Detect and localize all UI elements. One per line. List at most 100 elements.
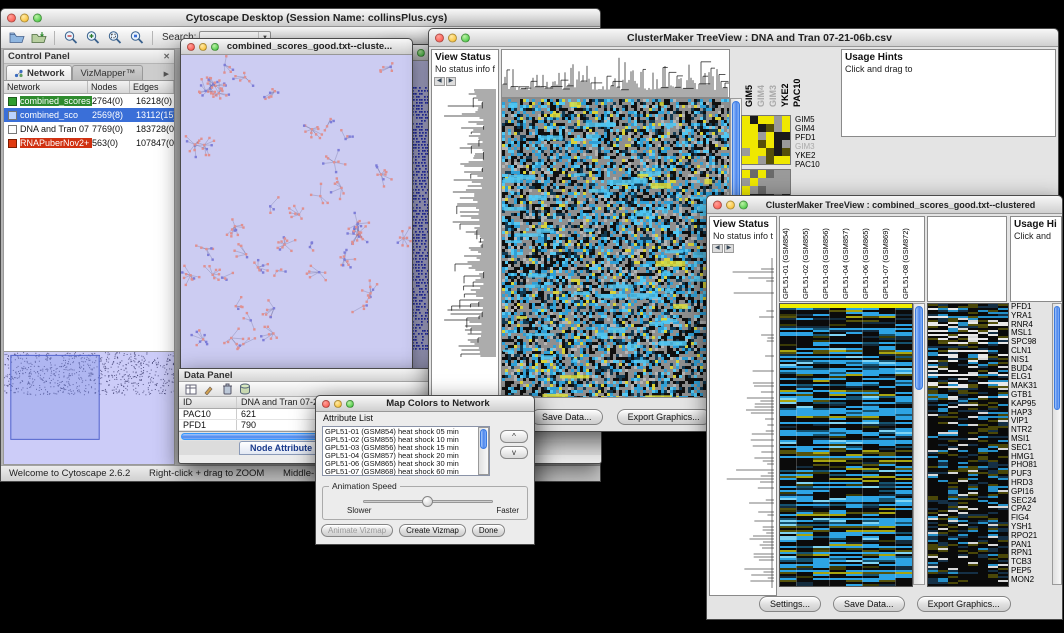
gene-label[interactable]: SEC1 <box>1011 444 1051 453</box>
column-dendrogram[interactable] <box>501 49 730 98</box>
column-label[interactable]: GPL51-06 (GSM865) <box>861 219 881 299</box>
gene-label[interactable]: GTB1 <box>1011 391 1051 400</box>
dialog-button[interactable]: Done <box>472 524 505 537</box>
minimize-button[interactable] <box>199 43 207 51</box>
gene-label[interactable]: KAP95 <box>1011 400 1051 409</box>
gene-label[interactable]: SEC24 <box>1011 497 1051 506</box>
gene-list-vscroll[interactable] <box>1052 303 1062 585</box>
gene-label[interactable]: HAP3 <box>1011 409 1051 418</box>
network-window-titlebar[interactable]: combined_scores_good.txt--cluste... <box>181 39 412 55</box>
col-network[interactable]: Network <box>4 81 88 93</box>
gene-label[interactable]: HRD3 <box>1011 479 1051 488</box>
zoom-in-icon[interactable] <box>83 29 102 46</box>
database-icon[interactable] <box>238 383 252 396</box>
minimize-button[interactable] <box>20 13 29 22</box>
column-label[interactable]: GPL51-01 (GSM854) <box>781 219 801 299</box>
close-button[interactable] <box>187 43 195 51</box>
import-network-icon[interactable] <box>29 29 48 46</box>
zoom-fit-icon[interactable] <box>105 29 124 46</box>
gene-label[interactable]: GIM3 <box>795 142 835 151</box>
dialog-button[interactable]: Create Vizmap <box>399 524 466 537</box>
zoom-window-button[interactable] <box>346 400 354 408</box>
gene-label[interactable]: MSL1 <box>1011 329 1051 338</box>
treeview-button[interactable]: Save Data... <box>531 409 603 425</box>
treeview-button[interactable]: Save Data... <box>833 596 905 612</box>
zoom-out-icon[interactable] <box>61 29 80 46</box>
minimize-button[interactable] <box>448 33 457 42</box>
column-label[interactable]: GPL51-08 (GSM872) <box>901 219 921 299</box>
gene-label[interactable]: BUD4 <box>1011 365 1051 374</box>
network-canvas[interactable] <box>181 55 412 371</box>
gene-label[interactable]: FIG4 <box>1011 514 1051 523</box>
delete-attribute-icon[interactable] <box>220 383 234 396</box>
zoom-selected-icon[interactable] <box>127 29 146 46</box>
scroll-left-icon[interactable]: ◀ <box>434 77 445 86</box>
gene-label[interactable]: CPA2 <box>1011 505 1051 514</box>
col-nodes[interactable]: Nodes <box>88 81 130 93</box>
gene-label[interactable]: PHO81 <box>1011 461 1051 470</box>
gene-label[interactable]: MSI1 <box>1011 435 1051 444</box>
dialog-titlebar[interactable]: Map Colors to Network <box>316 396 534 412</box>
select-attributes-icon[interactable] <box>184 383 198 396</box>
attribute-list-vscroll[interactable] <box>478 427 489 475</box>
zoom-window-button[interactable] <box>417 49 425 57</box>
scroll-left-icon[interactable]: ◀ <box>712 244 723 253</box>
gene-label-rotated[interactable]: GIM3 <box>768 49 779 107</box>
vscroll-thumb[interactable] <box>1054 306 1060 410</box>
column-label[interactable]: GPL51-02 (GSM855) <box>801 219 821 299</box>
zoom-window-button[interactable] <box>211 43 219 51</box>
gene-label[interactable]: YSH1 <box>1011 523 1051 532</box>
gene-label[interactable]: MAK31 <box>1011 382 1051 391</box>
column-label[interactable]: GPL51-03 (GSM856) <box>821 219 841 299</box>
column-label[interactable]: GPL51-04 (GSM857) <box>841 219 861 299</box>
zoom-window-button[interactable] <box>461 33 470 42</box>
dendrogram-hscroll[interactable]: ◀ ▶ <box>710 242 776 254</box>
close-button[interactable] <box>322 400 330 408</box>
network-list-item[interactable]: RNAPuberNov2+ 563(0) 107847(0) <box>4 136 174 150</box>
gene-label-rotated[interactable]: GIM5 <box>744 49 755 107</box>
row-dendrogram-2[interactable] <box>712 258 774 588</box>
treeview1-titlebar[interactable]: ClusterMaker TreeView : DNA and Tran 07-… <box>429 29 1058 47</box>
gene-label[interactable]: HMG1 <box>1011 453 1051 462</box>
gene-label[interactable]: PUF3 <box>1011 470 1051 479</box>
col-id[interactable]: ID <box>179 397 237 408</box>
attribute-list[interactable]: GPL51-01 (GSM854) heat shock 05 minGPL51… <box>322 426 490 476</box>
close-button[interactable] <box>713 200 722 209</box>
heatmap-zoom-canvas[interactable] <box>927 303 1009 587</box>
heatmap-canvas[interactable] <box>501 98 730 398</box>
tab-vizmapper[interactable]: VizMapper™ <box>72 65 143 80</box>
gene-label[interactable]: NIS1 <box>1011 356 1051 365</box>
network-list-item[interactable]: combined_sco 2569(8) 13112(15) <box>4 108 174 122</box>
gene-label-rotated[interactable]: PAC10 <box>792 49 803 107</box>
birdseye-view[interactable] <box>4 351 174 464</box>
vscroll-thumb[interactable] <box>480 429 487 449</box>
network-list-item[interactable]: combined_scores 2764(0) 16218(0) <box>4 94 174 108</box>
heatmap-canvas-2[interactable] <box>779 303 913 587</box>
zoom-window-button[interactable] <box>33 13 42 22</box>
gene-label[interactable]: PFD1 <box>1011 303 1051 312</box>
treeview-button[interactable]: Export Graphics... <box>917 596 1011 612</box>
vscroll-thumb[interactable] <box>915 306 923 390</box>
treeview-button[interactable]: Settings... <box>759 596 821 612</box>
tab-network[interactable]: Network <box>6 65 72 80</box>
scroll-right-icon[interactable]: ▶ <box>446 77 457 86</box>
create-attribute-icon[interactable] <box>202 383 216 396</box>
gene-label[interactable]: YKE2 <box>795 151 835 160</box>
main-titlebar[interactable]: Cytoscape Desktop (Session Name: collins… <box>1 9 600 27</box>
close-button[interactable] <box>7 13 16 22</box>
gene-label[interactable]: PFD1 <box>795 133 835 142</box>
row-dendrogram[interactable] <box>434 89 496 357</box>
zoom-window-button[interactable] <box>739 200 748 209</box>
close-icon[interactable]: ✕ <box>163 52 170 61</box>
gene-label[interactable]: PEP5 <box>1011 567 1051 576</box>
gene-label[interactable]: RNR4 <box>1011 321 1051 330</box>
network-list-item[interactable]: DNA and Tran 07 7769(0) 183728(0) <box>4 122 174 136</box>
minimize-button[interactable] <box>334 400 342 408</box>
move-down-button[interactable]: v <box>500 446 528 459</box>
gene-label[interactable]: MON2 <box>1011 576 1051 585</box>
gene-label-rotated[interactable]: YKE2 <box>780 49 791 107</box>
attribute-item[interactable]: GPL51-07 (GSM868) heat shock 60 min <box>325 468 487 476</box>
gene-label[interactable]: RPN1 <box>1011 549 1051 558</box>
treeview2-titlebar[interactable]: ClusterMaker TreeView : combined_scores_… <box>707 196 1062 214</box>
close-button[interactable] <box>435 33 444 42</box>
